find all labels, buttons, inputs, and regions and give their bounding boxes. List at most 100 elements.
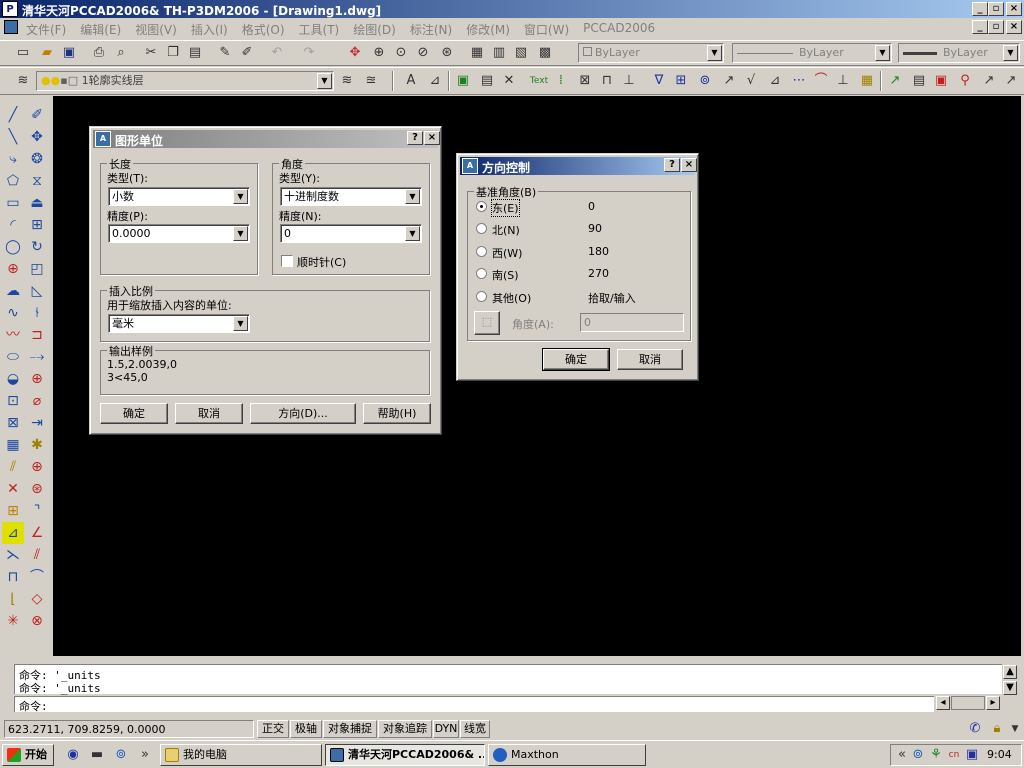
direction-cancel-button[interactable]: 取消 — [617, 349, 683, 370]
wipeout-icon[interactable]: ⊿ — [2, 522, 24, 544]
circle-icon[interactable]: ◯ — [2, 236, 24, 258]
menu-window[interactable]: 窗口(W) — [524, 21, 569, 38]
save-icon[interactable]: ▣ — [60, 44, 78, 62]
direction-dialog-titlebar[interactable]: A 方向控制 ? × — [460, 157, 697, 175]
radio-other-label[interactable]: 其他(O) — [492, 290, 531, 306]
table-icon[interactable]: ▦ — [2, 434, 24, 456]
menu-pccad[interactable]: PCCAD2006 — [583, 21, 655, 38]
pccad-table-icon[interactable]: ⁞ — [552, 72, 570, 90]
tray-maxthon-icon[interactable]: ⊚ — [909, 746, 927, 764]
toolbar-lock-icon[interactable]: 🔒︎ — [988, 720, 1006, 738]
help-question-button[interactable]: ? — [664, 158, 680, 172]
menu-file[interactable]: 文件(F) — [26, 21, 66, 38]
hatch-icon[interactable]: ⫽ — [2, 456, 24, 478]
ortho-toggle[interactable]: 正交 — [257, 720, 289, 738]
chevron-down-icon[interactable]: ▼ — [233, 316, 248, 331]
chevron-down-icon[interactable]: ▼ — [405, 226, 420, 241]
angle-precision-select[interactable]: 0 ▼ — [280, 224, 422, 243]
design-center-icon[interactable]: ▥ — [490, 44, 508, 62]
radio-east-label[interactable]: 东(E) — [491, 199, 520, 217]
command-input[interactable]: 命令: — [14, 696, 934, 713]
star-icon[interactable]: ✳ — [2, 610, 24, 632]
linetype-combo[interactable]: ByLayer ▼ — [732, 43, 892, 63]
menu-edit[interactable]: 编辑(E) — [80, 21, 121, 38]
parallel-icon[interactable]: ⫽ — [26, 544, 48, 566]
lineweight-combo[interactable]: ByLayer ▼ — [898, 43, 1020, 63]
slope-icon[interactable]: ∠ — [26, 522, 48, 544]
chevron-down-icon[interactable]: ▼ — [405, 189, 420, 204]
pccad-weld-icon[interactable]: ⊿ — [766, 72, 784, 90]
polygon-icon[interactable]: ⬠ — [2, 170, 24, 192]
clockwise-checkbox[interactable] — [281, 255, 293, 267]
break-icon[interactable]: ⤍ — [26, 346, 48, 368]
communication-center-icon[interactable]: ✆ — [966, 720, 984, 738]
trim-icon[interactable]: ⫮ — [26, 302, 48, 324]
menu-tools[interactable]: 工具(T) — [299, 21, 340, 38]
pccad-bom-icon[interactable]: ▦ — [858, 72, 876, 90]
pccad-part-icon[interactable]: ⊠ — [576, 72, 594, 90]
menu-dimension[interactable]: 标注(N) — [410, 21, 452, 38]
properties-icon[interactable]: ▦ — [468, 44, 486, 62]
paste-icon[interactable]: ▤ — [186, 44, 204, 62]
help-question-button[interactable]: ? — [407, 131, 423, 145]
layer-previous-icon[interactable]: ≊ — [362, 72, 380, 90]
rotate-icon[interactable]: ↻ — [26, 236, 48, 258]
menu-insert[interactable]: 插入(I) — [191, 21, 228, 38]
print-icon[interactable]: ⎙ — [90, 44, 108, 62]
pccad-symbol-icon[interactable]: ∇ — [650, 72, 668, 90]
chevron-down-icon[interactable]: ▼ — [1003, 45, 1018, 61]
chevron-down-icon[interactable]: ▼ — [875, 45, 890, 61]
join-icon[interactable]: ⊕ — [26, 368, 48, 390]
wave-line-icon[interactable]: 〰 — [2, 324, 24, 346]
polar-toggle[interactable]: 极轴 — [290, 720, 322, 738]
pccad-frame2-icon[interactable]: ⊓ — [598, 72, 616, 90]
angle-input[interactable]: 0 — [580, 313, 684, 332]
zoom-previous-icon[interactable]: ⊘ — [414, 44, 432, 62]
pan-icon[interactable]: ✥ — [346, 44, 364, 62]
block-editor-icon[interactable]: ✐ — [238, 44, 256, 62]
layer-combo[interactable]: ●●▪□ 1轮廓实线层 ▼ — [36, 71, 334, 91]
curve-icon[interactable]: ⌒ — [26, 566, 48, 588]
move-icon[interactable]: ✥ — [26, 126, 48, 148]
copy-icon[interactable]: ❐ — [164, 44, 182, 62]
radio-other[interactable] — [476, 291, 487, 302]
clockwise-label[interactable]: 顺时针(C) — [297, 254, 346, 270]
menu-draw[interactable]: 绘图(D) — [353, 21, 396, 38]
units-dialog-titlebar[interactable]: A 图形单位 ? × — [93, 130, 440, 148]
array-icon[interactable]: ⊞ — [26, 214, 48, 236]
chamfer-icon[interactable]: ⌀ — [26, 390, 48, 412]
ie-icon[interactable]: ◉ — [64, 746, 82, 764]
status-menu-icon[interactable]: ▼ — [1006, 720, 1024, 738]
horizontal-scrollbar[interactable] — [951, 696, 985, 710]
pccad-text-icon[interactable]: Text — [528, 72, 550, 90]
ellipse-icon[interactable]: ⬭ — [2, 346, 24, 368]
hole-icon[interactable]: ⊛ — [26, 478, 48, 500]
pccad-edit-icon[interactable]: ↗ — [886, 72, 904, 90]
scroll-right-icon[interactable]: ▸ — [986, 696, 1000, 710]
pccad-title-block-icon[interactable]: ▤ — [478, 72, 496, 90]
direction-close-button[interactable]: × — [681, 158, 697, 172]
tray-monitor-icon[interactable]: ▣ — [963, 746, 981, 764]
pccad-misc-icon[interactable]: ↗ — [980, 72, 998, 90]
text-style-icon[interactable]: A — [402, 72, 420, 90]
restore-button[interactable]: ▫ — [988, 2, 1004, 16]
scroll-down-icon[interactable]: ▼ — [1003, 681, 1017, 695]
doc-close-button[interactable]: × — [1006, 20, 1022, 34]
radio-north[interactable] — [476, 223, 487, 234]
color-combo[interactable]: ByLayer ▼ — [578, 43, 724, 63]
layer-manager-icon[interactable]: ≋ — [14, 72, 32, 90]
extend-icon[interactable]: ⊐ — [26, 324, 48, 346]
zoom-realtime-icon[interactable]: ⊕ — [370, 44, 388, 62]
length-precision-select[interactable]: 0.0000 ▼ — [108, 224, 250, 243]
arc-icon[interactable]: ◜ — [2, 214, 24, 236]
task-maxthon[interactable]: Maxthon — [488, 744, 646, 766]
radio-east[interactable] — [476, 201, 487, 212]
chevron-down-icon[interactable]: ▼ — [233, 226, 248, 241]
angle-type-select[interactable]: 十进制度数 ▼ — [280, 187, 422, 206]
otrack-toggle[interactable]: 对象追踪 — [378, 720, 432, 738]
length-type-select[interactable]: 小数 ▼ — [108, 187, 250, 206]
open-icon[interactable]: ▰ — [38, 44, 56, 62]
window-titlebar[interactable]: P 清华天河PCCAD2006& TH-P3DM2006 - [Drawing1… — [0, 0, 1024, 18]
stretch-icon[interactable]: ◺ — [26, 280, 48, 302]
menu-format[interactable]: 格式(O) — [242, 21, 285, 38]
